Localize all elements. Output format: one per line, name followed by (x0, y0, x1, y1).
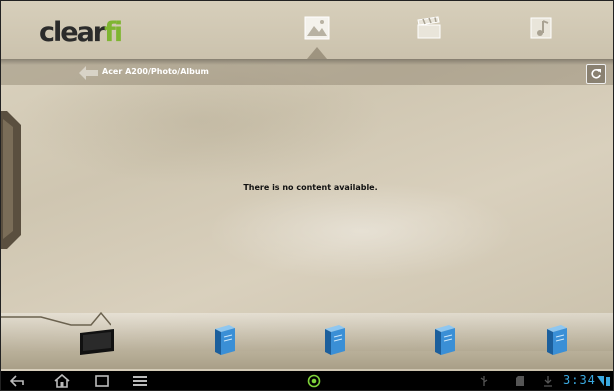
empty-content-message: There is no content available. (243, 183, 378, 192)
wifi-battery-indicator (595, 373, 613, 388)
nav-recent-apps-button[interactable] (93, 373, 111, 388)
tablet-icon (80, 329, 114, 355)
video-icon (417, 16, 441, 39)
usb-icon (480, 375, 488, 386)
status-clock: 3:34 (563, 373, 596, 387)
logo-text-main: clear (39, 17, 106, 48)
sd-card-status-indicator (511, 373, 529, 388)
download-status-indicator (539, 373, 557, 388)
back-arrow-icon (79, 66, 98, 80)
notification-indicator[interactable] (305, 373, 323, 388)
refresh-icon (591, 69, 601, 79)
active-tab-pointer (307, 47, 327, 59)
device-media-server-2[interactable] (314, 311, 354, 357)
device-media-server-3[interactable] (424, 311, 464, 357)
refresh-button[interactable] (586, 64, 606, 84)
side-drawer-handle[interactable] (1, 111, 23, 249)
download-icon (544, 375, 552, 387)
nav-back-button[interactable] (9, 373, 27, 388)
nav-menu-button[interactable] (131, 373, 149, 388)
server-icon (547, 325, 567, 355)
menu-icon (133, 375, 147, 386)
device-strip (1, 299, 613, 371)
logo-text-accent: fi (104, 17, 123, 48)
tab-video[interactable] (415, 15, 443, 41)
home-icon (54, 373, 70, 388)
nav-home-button[interactable] (53, 373, 71, 388)
side-handle-shape (1, 111, 21, 249)
server-icon (325, 325, 345, 355)
device-local-tablet[interactable] (77, 311, 117, 357)
breadcrumb-path: Acer A200/Photo/Album (102, 67, 209, 76)
server-icon (215, 325, 235, 355)
ring-status-icon (307, 374, 321, 387)
tab-music[interactable] (528, 15, 556, 41)
clearfi-logo: clearfi (39, 17, 123, 48)
system-navigation-bar: 3:34 (1, 371, 613, 390)
recent-apps-icon (95, 375, 109, 387)
device-media-server-1[interactable] (204, 311, 244, 357)
server-icon (435, 325, 455, 355)
sd-card-icon (516, 375, 524, 386)
photo-icon (304, 16, 330, 40)
clearfi-app-window: clearfi Acer A200/Photo/Album There is n… (0, 0, 614, 391)
usb-status-indicator (475, 373, 493, 388)
back-button[interactable] (79, 65, 99, 81)
tab-photo[interactable] (303, 15, 331, 41)
music-icon (530, 17, 552, 39)
back-icon (10, 374, 24, 387)
device-media-server-4[interactable] (536, 311, 576, 357)
wifi-signal-icon (597, 375, 610, 386)
